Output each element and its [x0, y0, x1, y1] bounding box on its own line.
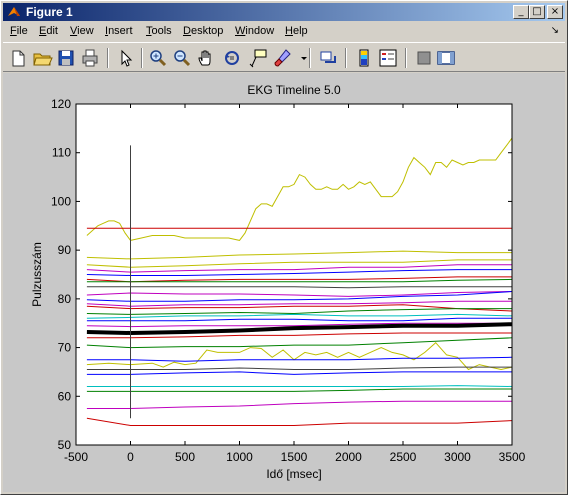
menu-file[interactable]: File — [10, 25, 28, 37]
figure-window: Figure 1 _ □ × File Edit View Insert Too… — [0, 0, 568, 495]
brush-dropdown-icon[interactable] — [293, 47, 307, 69]
toolbar-separator — [141, 48, 143, 68]
y-tick-label: 60 — [58, 389, 72, 403]
toolbar-separator — [345, 48, 347, 68]
menu-help[interactable]: Help — [285, 25, 308, 37]
x-tick-label: 0 — [127, 450, 134, 464]
x-tick-label: 3000 — [444, 450, 471, 464]
link-plot-icon[interactable] — [317, 47, 339, 69]
toolbar-separator — [107, 48, 109, 68]
data-cursor-icon[interactable] — [247, 47, 269, 69]
y-tick-label: 100 — [51, 194, 71, 208]
toolbar-separator — [309, 48, 311, 68]
x-tick-label: 2000 — [335, 450, 362, 464]
x-tick-label: 1500 — [281, 450, 308, 464]
y-tick-label: 70 — [58, 341, 72, 355]
menu-insert[interactable]: Insert — [105, 25, 133, 37]
menu-view[interactable]: View — [70, 25, 94, 37]
figure-toolbar — [3, 42, 565, 72]
open-file-icon[interactable] — [31, 47, 53, 69]
matlab-logo-icon — [8, 7, 20, 16]
close-button[interactable]: × — [547, 5, 563, 19]
colorbar-icon[interactable] — [353, 47, 375, 69]
legend-icon[interactable] — [377, 47, 399, 69]
hide-plot-tools-icon[interactable] — [413, 47, 435, 69]
minimize-button[interactable]: _ — [513, 5, 529, 19]
x-tick-label: 3500 — [499, 450, 526, 464]
y-tick-label: 80 — [58, 292, 72, 306]
print-icon[interactable] — [79, 47, 101, 69]
title-bar[interactable]: Figure 1 _ □ × — [3, 3, 565, 21]
zoom-out-icon[interactable] — [171, 47, 193, 69]
zoom-in-icon[interactable] — [147, 47, 169, 69]
y-tick-label: 120 — [51, 97, 71, 111]
menu-desktop[interactable]: Desktop — [183, 25, 223, 37]
brush-icon[interactable] — [271, 47, 293, 69]
x-tick-label: 500 — [175, 450, 195, 464]
window-title: Figure 1 — [26, 5, 73, 19]
y-axis-label: Pulzusszám — [30, 242, 44, 307]
x-tick-label: 1000 — [226, 450, 253, 464]
save-icon[interactable] — [55, 47, 77, 69]
maximize-button[interactable]: □ — [529, 5, 545, 19]
y-tick-label: 50 — [58, 438, 72, 452]
select-arrow-icon[interactable] — [115, 47, 137, 69]
y-tick-label: 90 — [58, 243, 72, 257]
menu-window[interactable]: Window — [235, 25, 274, 37]
line-chart[interactable]: -500 0 500 1000 1500 2000 2500 3000 3500 50 60 70 80… — [3, 73, 565, 492]
x-axis-label: Idő [msec] — [266, 467, 321, 481]
new-figure-icon[interactable] — [7, 47, 29, 69]
show-plot-tools-icon[interactable] — [435, 47, 457, 69]
menu-bar: File Edit View Insert Tools Desktop Wind… — [3, 22, 565, 41]
x-tick-label: -500 — [64, 450, 88, 464]
chart-title: EKG Timeline 5.0 — [247, 83, 341, 97]
menu-tools[interactable]: Tools — [146, 25, 172, 37]
plot-area — [76, 104, 512, 445]
figure-canvas[interactable]: -500 0 500 1000 1500 2000 2500 3000 3500 50 60 70 80… — [3, 73, 565, 492]
y-tick-label: 110 — [52, 146, 71, 160]
menu-edit[interactable]: Edit — [39, 25, 58, 37]
pan-hand-icon[interactable] — [195, 47, 217, 69]
toolbar-separator — [405, 48, 407, 68]
rotate-3d-icon[interactable] — [221, 47, 243, 69]
x-tick-label: 2500 — [390, 450, 417, 464]
dock-arrow-icon[interactable]: ↘ — [551, 25, 559, 36]
